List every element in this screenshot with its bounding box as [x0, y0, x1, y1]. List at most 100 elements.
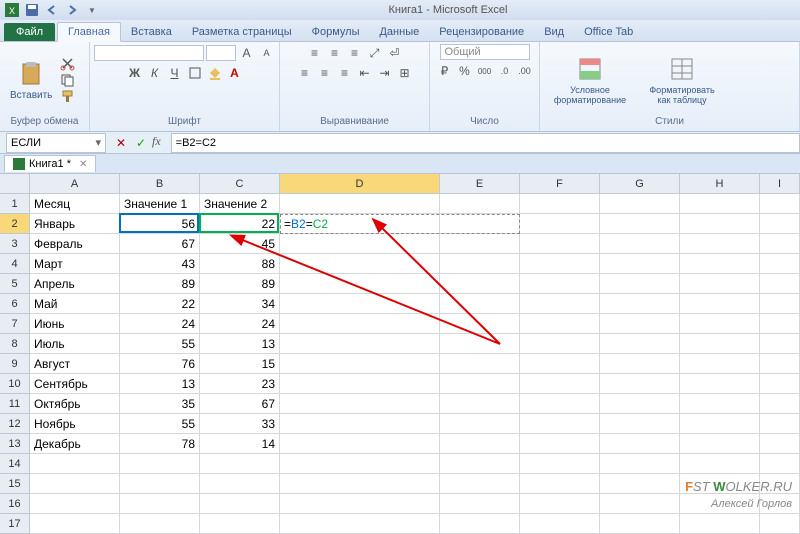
- font-color-icon[interactable]: A: [226, 64, 244, 82]
- cell[interactable]: [440, 394, 520, 414]
- row-header[interactable]: 11: [0, 394, 30, 414]
- cell[interactable]: 67: [120, 234, 200, 254]
- cell[interactable]: [280, 374, 440, 394]
- cell[interactable]: [760, 214, 800, 234]
- row-header[interactable]: 15: [0, 474, 30, 494]
- cell[interactable]: 55: [120, 414, 200, 434]
- cell[interactable]: [600, 314, 680, 334]
- fx-icon[interactable]: fx: [152, 134, 161, 152]
- column-header[interactable]: B: [120, 174, 200, 194]
- cell[interactable]: [600, 514, 680, 534]
- cell[interactable]: [520, 254, 600, 274]
- cell[interactable]: 35: [120, 394, 200, 414]
- cell[interactable]: [120, 474, 200, 494]
- cell[interactable]: 24: [120, 314, 200, 334]
- cell[interactable]: [280, 414, 440, 434]
- cell[interactable]: 76: [120, 354, 200, 374]
- cell[interactable]: [440, 254, 520, 274]
- align-top-icon[interactable]: ≡: [306, 44, 324, 62]
- row-header[interactable]: 4: [0, 254, 30, 274]
- cell[interactable]: Октябрь: [30, 394, 120, 414]
- format-painter-icon[interactable]: [60, 89, 76, 103]
- cell[interactable]: [200, 494, 280, 514]
- cell[interactable]: [520, 274, 600, 294]
- cell[interactable]: Июль: [30, 334, 120, 354]
- cell[interactable]: 56: [120, 214, 200, 234]
- cell[interactable]: [680, 314, 760, 334]
- cell[interactable]: [600, 434, 680, 454]
- conditional-formatting-button[interactable]: Условное форматирование: [546, 53, 634, 107]
- row-header[interactable]: 6: [0, 294, 30, 314]
- fill-color-icon[interactable]: [206, 64, 224, 82]
- number-format-select[interactable]: Общий: [440, 44, 530, 60]
- cell[interactable]: [680, 194, 760, 214]
- cell[interactable]: 78: [120, 434, 200, 454]
- cell[interactable]: [760, 354, 800, 374]
- cell[interactable]: [280, 514, 440, 534]
- close-icon[interactable]: ✕: [79, 159, 87, 170]
- cell[interactable]: [760, 454, 800, 474]
- cell[interactable]: [280, 454, 440, 474]
- column-header[interactable]: C: [200, 174, 280, 194]
- cell[interactable]: [520, 514, 600, 534]
- cell[interactable]: [760, 274, 800, 294]
- cell[interactable]: 22: [200, 214, 280, 234]
- active-cell-edit[interactable]: =B2=C2: [280, 214, 440, 234]
- cell[interactable]: Ноябрь: [30, 414, 120, 434]
- format-as-table-button[interactable]: Форматировать как таблицу: [638, 53, 726, 107]
- orientation-icon[interactable]: ⤢: [366, 44, 384, 62]
- cell[interactable]: [520, 354, 600, 374]
- cell[interactable]: 13: [200, 334, 280, 354]
- cell[interactable]: 55: [120, 334, 200, 354]
- cell[interactable]: [440, 294, 520, 314]
- cell[interactable]: [600, 274, 680, 294]
- cell[interactable]: 88: [200, 254, 280, 274]
- row-header[interactable]: 3: [0, 234, 30, 254]
- column-header[interactable]: E: [440, 174, 520, 194]
- ribbon-tab-office tab[interactable]: Office Tab: [574, 23, 643, 41]
- cell[interactable]: [760, 314, 800, 334]
- cell[interactable]: [760, 434, 800, 454]
- cell[interactable]: [120, 454, 200, 474]
- align-middle-icon[interactable]: ≡: [326, 44, 344, 62]
- indent-inc-icon[interactable]: ⇥: [376, 64, 394, 82]
- cell[interactable]: [760, 514, 800, 534]
- dec-dec-icon[interactable]: .00: [516, 62, 534, 80]
- row-header[interactable]: 5: [0, 274, 30, 294]
- cell[interactable]: [760, 254, 800, 274]
- cell[interactable]: Январь: [30, 214, 120, 234]
- cell[interactable]: [200, 514, 280, 534]
- cell[interactable]: [680, 394, 760, 414]
- row-header[interactable]: 9: [0, 354, 30, 374]
- cell[interactable]: [680, 354, 760, 374]
- undo-icon[interactable]: [44, 2, 60, 18]
- cell[interactable]: [760, 414, 800, 434]
- cell[interactable]: [440, 354, 520, 374]
- cell[interactable]: [440, 514, 520, 534]
- cell[interactable]: Май: [30, 294, 120, 314]
- cut-icon[interactable]: [60, 57, 76, 71]
- column-header[interactable]: F: [520, 174, 600, 194]
- cancel-formula-button[interactable]: ✕: [112, 134, 130, 152]
- cell[interactable]: [680, 254, 760, 274]
- ribbon-tab-рецензирование[interactable]: Рецензирование: [429, 23, 534, 41]
- column-header[interactable]: I: [760, 174, 800, 194]
- column-header[interactable]: A: [30, 174, 120, 194]
- cell[interactable]: 43: [120, 254, 200, 274]
- cell[interactable]: [440, 314, 520, 334]
- cell[interactable]: [30, 514, 120, 534]
- column-header[interactable]: H: [680, 174, 760, 194]
- cell[interactable]: [520, 414, 600, 434]
- cell[interactable]: [280, 254, 440, 274]
- cell[interactable]: [680, 454, 760, 474]
- cell[interactable]: [520, 314, 600, 334]
- cell[interactable]: Март: [30, 254, 120, 274]
- indent-dec-icon[interactable]: ⇤: [356, 64, 374, 82]
- row-header[interactable]: 2: [0, 214, 30, 234]
- cell[interactable]: 24: [200, 314, 280, 334]
- cell[interactable]: [520, 214, 600, 234]
- cell[interactable]: [680, 514, 760, 534]
- ribbon-tab-формулы[interactable]: Формулы: [302, 23, 370, 41]
- cell[interactable]: 13: [120, 374, 200, 394]
- cell[interactable]: [280, 494, 440, 514]
